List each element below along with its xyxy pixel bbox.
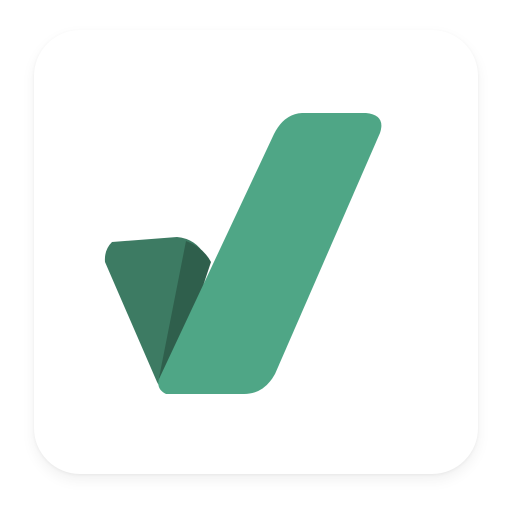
checkmark-icon [104,113,382,394]
app-icon-canvas [0,0,512,512]
